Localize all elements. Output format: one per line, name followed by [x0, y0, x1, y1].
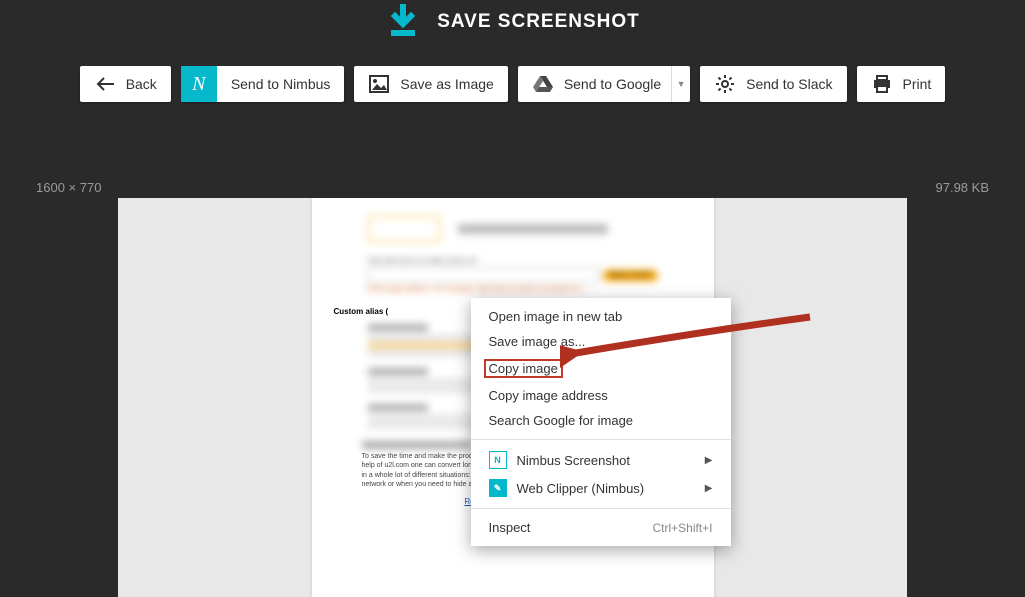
nimbus-icon: N [181, 66, 217, 102]
back-button[interactable]: Back [80, 66, 171, 102]
clipper-ext-icon: ✎ [489, 479, 507, 497]
meta-row: 1600 × 770 97.98 KB [0, 180, 1025, 195]
ctx-web-clipper[interactable]: ✎ Web Clipper (Nimbus)▶ [471, 474, 731, 502]
chevron-down-icon[interactable]: ▼ [671, 66, 690, 102]
ctx-inspect[interactable]: InspectCtrl+Shift+I [471, 515, 731, 540]
dimensions-text: 1600 × 770 [36, 180, 101, 195]
nimbus-label: Send to Nimbus [217, 76, 345, 92]
back-label: Back [126, 76, 157, 92]
download-icon [385, 4, 421, 40]
ctx-save-image-as[interactable]: Save image as... [471, 329, 731, 354]
image-icon [368, 73, 390, 95]
site-logo [368, 216, 440, 242]
shorten-button: Make it short! [603, 270, 657, 281]
save-image-label: Save as Image [400, 76, 493, 92]
page-title: SAVE SCREENSHOT [437, 11, 640, 33]
arrow-left-icon [94, 73, 116, 95]
gear-icon [714, 73, 736, 95]
ctx-copy-image[interactable]: Copy image [471, 354, 731, 383]
url-input [368, 267, 600, 283]
print-icon [871, 73, 893, 95]
ctx-search-google-image[interactable]: Search Google for image [471, 408, 731, 433]
print-button[interactable]: Print [857, 66, 946, 102]
form-hint: Use this form to make short url [368, 256, 658, 265]
example-text: Entire page address. For example: http:/… [368, 286, 658, 293]
header: SAVE SCREENSHOT [0, 0, 1025, 40]
google-label: Send to Google [564, 76, 661, 92]
chevron-right-icon: ▶ [705, 483, 713, 494]
print-label: Print [903, 76, 932, 92]
shortcut-text: Ctrl+Shift+I [652, 521, 712, 535]
send-to-nimbus-button[interactable]: N Send to Nimbus [181, 66, 345, 102]
slack-label: Send to Slack [746, 76, 832, 92]
filesize-text: 97.98 KB [936, 180, 990, 195]
ctx-open-new-tab[interactable]: Open image in new tab [471, 304, 731, 329]
context-menu: Open image in new tab Save image as... C… [471, 298, 731, 546]
save-as-image-button[interactable]: Save as Image [354, 66, 507, 102]
site-slogan [458, 224, 608, 234]
nimbus-ext-icon: N [489, 451, 507, 469]
google-drive-icon [532, 73, 554, 95]
ctx-nimbus-screenshot[interactable]: N Nimbus Screenshot▶ [471, 446, 731, 474]
chevron-right-icon: ▶ [705, 455, 713, 466]
toolbar: Back N Send to Nimbus Save as Image Send… [0, 66, 1025, 102]
send-to-slack-button[interactable]: Send to Slack [700, 66, 846, 102]
ctx-copy-image-address[interactable]: Copy image address [471, 383, 731, 408]
send-to-google-button[interactable]: Send to Google ▼ [518, 66, 690, 102]
